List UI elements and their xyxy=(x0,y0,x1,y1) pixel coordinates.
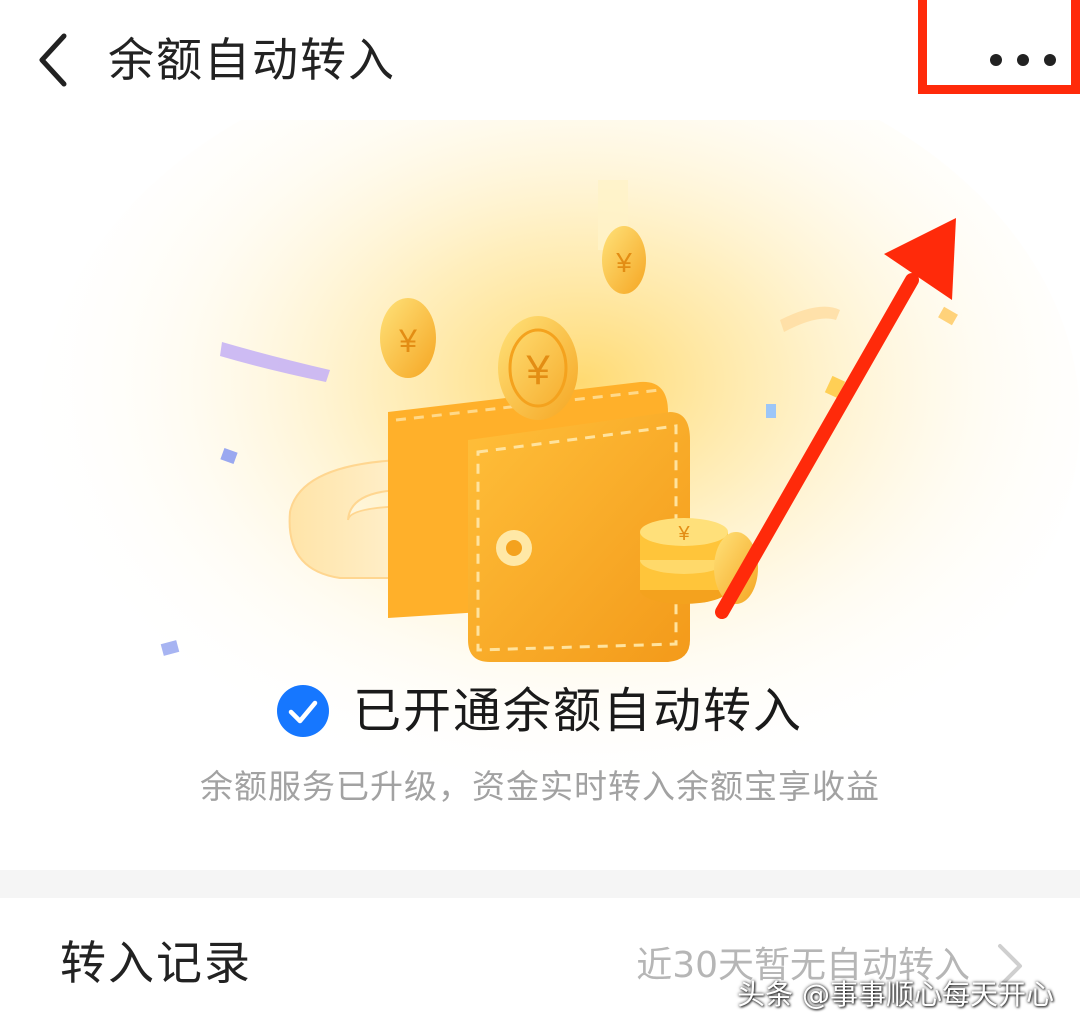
page-title: 余额自动转入 xyxy=(108,33,396,87)
header-bar: 余额自动转入 xyxy=(0,0,1080,120)
more-horizontal-icon xyxy=(990,54,1002,66)
back-button[interactable] xyxy=(30,28,80,92)
more-horizontal-icon xyxy=(1044,54,1056,66)
more-options-button[interactable] xyxy=(918,0,1080,94)
section-divider xyxy=(0,870,1080,898)
hero-illustration: ¥ ¥ ¥ ¥ xyxy=(0,120,1080,870)
coin-yuan-symbol: ¥ xyxy=(398,323,417,359)
coin-yuan-symbol: ¥ xyxy=(677,523,690,545)
watermark-text: 头条 @事事顺心每天开心 xyxy=(737,978,1054,1011)
status-subtitle: 余额服务已升级，资金实时转入余额宝享收益 xyxy=(200,767,880,806)
status-row: 已开通余额自动转入 xyxy=(0,676,1080,746)
transfer-record-label: 转入记录 xyxy=(60,936,252,990)
status-title: 已开通余额自动转入 xyxy=(352,683,803,739)
check-circle-icon xyxy=(276,685,329,737)
coin-yuan-symbol: ¥ xyxy=(525,346,550,393)
more-horizontal-icon xyxy=(1017,54,1029,66)
chevron-left-icon xyxy=(39,33,67,87)
wallet-illustration: ¥ ¥ ¥ ¥ xyxy=(40,120,1080,800)
coin-yuan-symbol: ¥ xyxy=(615,247,632,278)
